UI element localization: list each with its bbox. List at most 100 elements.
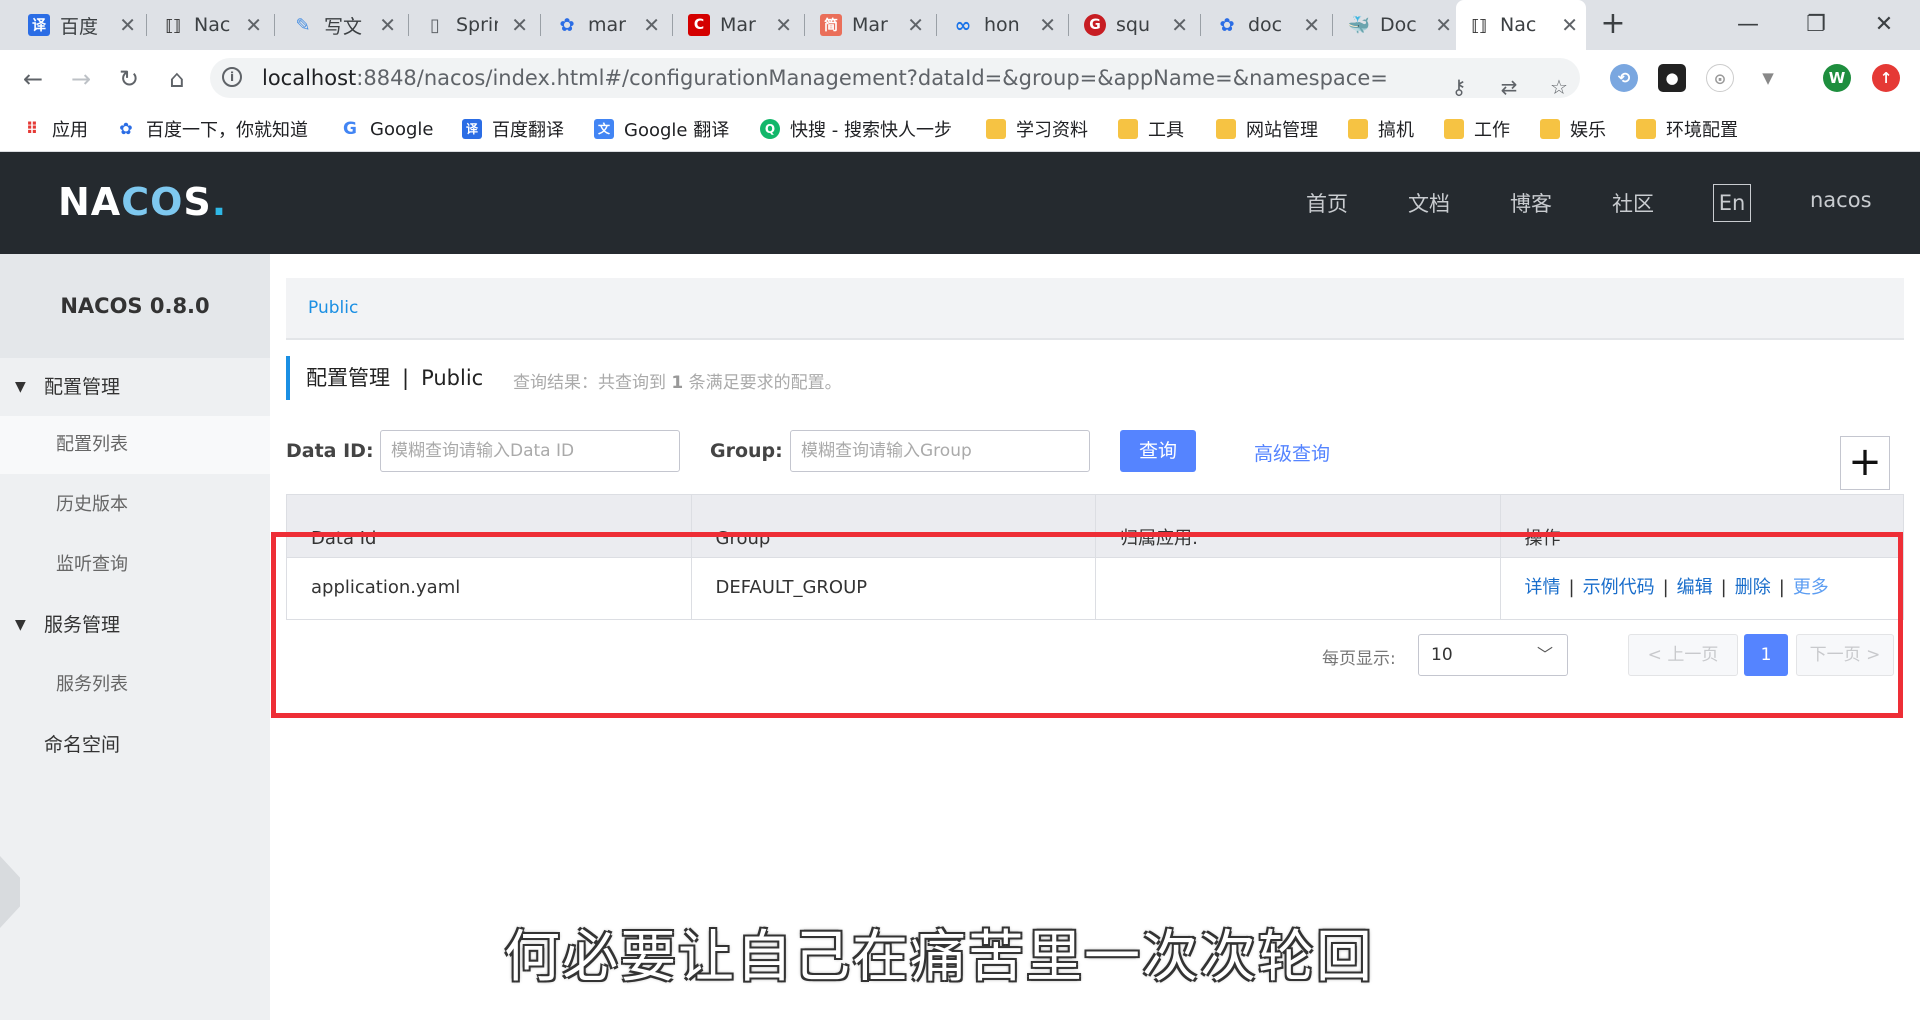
nav-home[interactable]: 首页: [1306, 188, 1348, 218]
page-title: 配置管理 | Public: [286, 356, 483, 400]
sidebar-item-listener[interactable]: 监听查询: [0, 536, 270, 594]
user-menu[interactable]: nacos: [1810, 188, 1872, 212]
star-icon[interactable]: ☆: [1546, 74, 1572, 100]
add-config-button[interactable]: +: [1840, 436, 1890, 490]
bookmark-folder[interactable]: 工作: [1444, 115, 1510, 143]
browser-tab-active[interactable]: ⟦⟧ Nac ✕: [1456, 0, 1586, 50]
bookmark-folder[interactable]: 工具: [1118, 115, 1184, 143]
bookmark-folder[interactable]: 学习资料: [986, 115, 1088, 143]
url-input[interactable]: i localhost:8848/nacos/index.html#/confi…: [210, 58, 1580, 100]
sidebar-item-config-list[interactable]: 配置列表: [0, 416, 270, 474]
namespace-bar: Public: [286, 278, 1904, 340]
baidu-paw-icon: ✿: [119, 119, 133, 138]
close-icon[interactable]: ✕: [1303, 13, 1320, 37]
browser-tab[interactable]: ✎ 写文 ✕: [280, 0, 404, 50]
data-id-label: Data ID:: [286, 440, 374, 462]
fanyi-icon: 译: [462, 119, 482, 139]
extension-icon[interactable]: ●: [1658, 64, 1686, 92]
app-header: NACOS. 首页 文档 博客 社区 En nacos: [0, 152, 1920, 254]
folder-icon: [1216, 119, 1236, 139]
nav-docs[interactable]: 文档: [1408, 188, 1450, 218]
bookmark-apps[interactable]: ⠿ 应用: [22, 115, 88, 143]
close-icon[interactable]: ✕: [119, 13, 136, 37]
namespace-tab-public[interactable]: Public: [308, 298, 358, 318]
extension-icon[interactable]: ⟲: [1610, 64, 1638, 92]
close-icon[interactable]: ✕: [1039, 13, 1056, 37]
info-icon[interactable]: i: [222, 67, 242, 87]
nav-blog[interactable]: 博客: [1510, 188, 1552, 218]
close-icon[interactable]: ✕: [1561, 13, 1578, 37]
close-icon[interactable]: ✕: [511, 13, 528, 37]
browser-tab[interactable]: ∞ hon ✕: [940, 0, 1064, 50]
csdn-write-icon: ✎: [295, 14, 311, 36]
folder-icon: [1348, 119, 1368, 139]
sidebar-item-namespace[interactable]: 命名空间: [0, 716, 270, 774]
bookmark-folder[interactable]: 搞机: [1348, 115, 1414, 143]
url-text: localhost:8848/nacos/index.html#/configu…: [262, 66, 1388, 90]
browser-tab[interactable]: 译 百度 ✕: [16, 0, 144, 50]
home-icon[interactable]: ⌂: [162, 64, 192, 94]
nacos-icon: ⟦⟧: [165, 15, 181, 35]
close-icon[interactable]: ✕: [1435, 13, 1452, 37]
browser-tab[interactable]: 简 Mar ✕: [808, 0, 932, 50]
new-tab-button[interactable]: +: [1598, 9, 1628, 40]
docker-icon: 🐳: [1347, 14, 1371, 36]
sidebar-item-history[interactable]: 历史版本: [0, 476, 270, 534]
sidebar-group-config[interactable]: ▼ 配置管理: [0, 358, 270, 416]
advanced-query-link[interactable]: 高级查询: [1254, 439, 1330, 466]
bookmark-item[interactable]: Q 快搜 - 搜索快人一步: [760, 115, 952, 143]
close-icon[interactable]: ✕: [245, 13, 262, 37]
bookmark-item[interactable]: G Google: [340, 115, 433, 143]
bookmark-folder[interactable]: 网站管理: [1216, 115, 1318, 143]
infinity-icon: ∞: [954, 13, 972, 37]
address-bar: ← → ↻ ⌂ i localhost:8848/nacos/index.htm…: [0, 50, 1920, 106]
close-icon[interactable]: ✕: [907, 13, 924, 37]
browser-tab-bar: 译 百度 ✕ ⟦⟧ Nac ✕ ✎ 写文 ✕ ▯ Sprin ✕ ✿ mar ✕…: [0, 0, 1920, 50]
bookmark-folder[interactable]: 娱乐: [1540, 115, 1606, 143]
extension-icon[interactable]: ⊙: [1706, 64, 1734, 92]
forward-icon[interactable]: →: [66, 64, 96, 94]
query-button[interactable]: 查询: [1120, 430, 1196, 472]
nav-community[interactable]: 社区: [1612, 188, 1654, 218]
bookmark-item[interactable]: ✿ 百度一下，你就知道: [116, 115, 308, 143]
browser-tab[interactable]: C Mar ✕: [676, 0, 800, 50]
browser-tab[interactable]: ✿ doc ✕: [1204, 0, 1328, 50]
browser-tab[interactable]: 🐳 Doc ✕: [1336, 0, 1460, 50]
close-icon[interactable]: ✕: [643, 13, 660, 37]
sidebar-collapse-handle[interactable]: [0, 856, 20, 928]
group-input[interactable]: [790, 430, 1090, 472]
language-switch-button[interactable]: En: [1713, 184, 1751, 222]
tab-label: mar: [588, 14, 626, 36]
close-icon[interactable]: ✕: [775, 13, 792, 37]
browser-tab[interactable]: ⟦⟧ Nac ✕: [150, 0, 270, 50]
close-icon[interactable]: ✕: [379, 13, 396, 37]
restore-icon[interactable]: ❐: [1786, 8, 1846, 42]
extension-icon[interactable]: ▼: [1754, 64, 1782, 92]
close-window-icon[interactable]: ✕: [1854, 8, 1914, 42]
avatar[interactable]: W: [1823, 64, 1851, 92]
query-result-text: 查询结果：共查询到 1 条满足要求的配置。: [513, 373, 842, 393]
browser-tab[interactable]: G squ ✕: [1072, 0, 1196, 50]
kuaisou-icon: Q: [760, 119, 780, 139]
translate-icon[interactable]: ⇄: [1496, 74, 1522, 100]
nacos-logo[interactable]: NACOS.: [58, 180, 227, 224]
sidebar-title: NACOS 0.8.0: [0, 254, 270, 358]
minimize-icon[interactable]: —: [1718, 8, 1778, 42]
tab-label: Nac: [194, 14, 231, 36]
back-icon[interactable]: ←: [18, 64, 48, 94]
browser-tab[interactable]: ▯ Sprin ✕: [412, 0, 536, 50]
update-icon[interactable]: ↑: [1872, 64, 1900, 92]
tab-label: Sprin: [456, 14, 498, 36]
baidu-paw-icon: ✿: [1219, 14, 1235, 36]
fanyi-icon: 译: [28, 14, 50, 36]
reload-icon[interactable]: ↻: [114, 64, 144, 94]
tab-label: 写文: [324, 15, 363, 38]
browser-tab[interactable]: ✿ mar ✕: [544, 0, 668, 50]
tab-label: Mar: [852, 14, 888, 36]
bookmark-item[interactable]: 文 Google 翻译: [594, 115, 729, 143]
key-icon[interactable]: ⚷: [1446, 74, 1472, 100]
bookmark-item[interactable]: 译 百度翻译: [462, 115, 564, 143]
data-id-input[interactable]: [380, 430, 680, 472]
bookmark-folder[interactable]: 环境配置: [1636, 115, 1738, 143]
close-icon[interactable]: ✕: [1171, 13, 1188, 37]
